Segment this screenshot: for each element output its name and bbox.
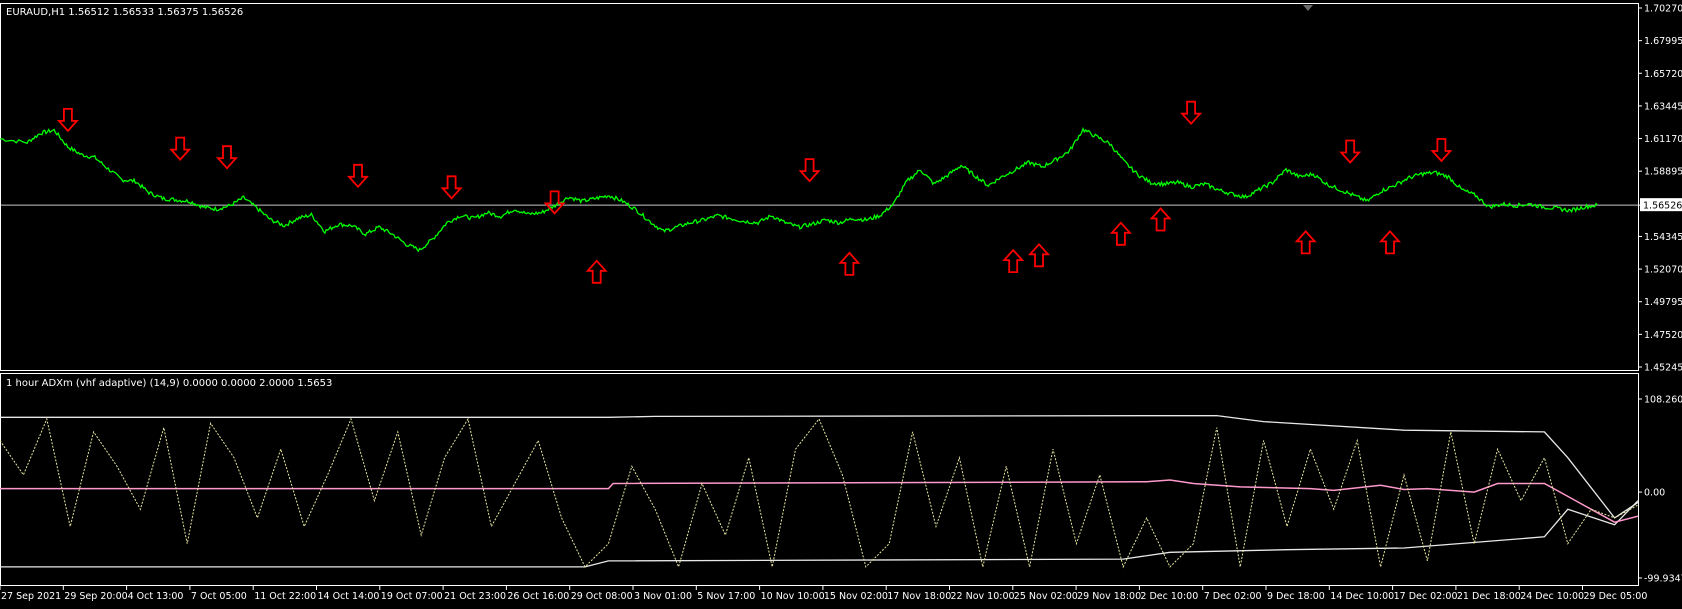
time-axis-tick-label: 7 Oct 05:00 [191,591,247,602]
time-axis-tick-label: 29 Oct 08:00 [571,591,633,602]
time-axis-tick-label: 5 Nov 17:00 [697,591,755,602]
time-axis-tick-label: 24 Dec 10:00 [1520,591,1584,602]
time-axis-tick-label: 26 Oct 16:00 [507,591,569,602]
price-axis-tick-label: 1.63445 [1644,101,1682,112]
price-panel-header: EURAUD,H1 1.56512 1.56533 1.56375 1.5652… [6,7,243,18]
time-axis-tick-label: 19 Oct 07:00 [381,591,443,602]
chart-background [0,0,1682,605]
price-axis-tick-label: 1.54345 [1644,232,1682,243]
time-axis-tick-label: 21 Oct 23:00 [444,591,506,602]
time-axis-tick-label: 29 Dec 05:00 [1584,591,1648,602]
price-axis-tick-label: 1.65720 [1644,69,1682,80]
time-axis-tick-label: 11 Oct 22:00 [254,591,316,602]
price-axis-tick-label: 1.70270 [1644,4,1682,15]
time-axis-tick-label: 17 Dec 02:00 [1394,591,1458,602]
time-axis-tick-label: 22 Nov 10:00 [951,591,1015,602]
trading-chart[interactable]: EURAUD,H1 1.56512 1.56533 1.56375 1.5652… [0,0,1682,605]
time-axis-tick-label: 4 Oct 13:00 [128,591,184,602]
price-axis-tick-label: 1.67995 [1644,36,1682,47]
indicator-panel-header: 1 hour ADXm (vhf adaptive) (14,9) 0.0000… [6,378,332,389]
time-axis-tick-label: 25 Nov 02:00 [1014,591,1078,602]
time-axis-tick-label: 14 Oct 14:00 [318,591,380,602]
price-axis-tick-label: 1.58895 [1644,167,1682,178]
time-axis-tick-label: 10 Nov 10:00 [761,591,825,602]
time-axis-tick-label: 14 Dec 10:00 [1330,591,1394,602]
indicator-axis-tick-label: -99.9347 [1644,574,1682,585]
price-axis-tick-label: 1.52070 [1644,265,1682,276]
time-axis-tick-label: 21 Dec 18:00 [1457,591,1521,602]
time-axis-tick-label: 3 Nov 01:00 [634,591,692,602]
time-axis-tick-label: 27 Sep 2021 [1,591,61,602]
time-axis-tick-label: 29 Sep 20:00 [64,591,127,602]
time-axis-tick-label: 7 Dec 02:00 [1204,591,1262,602]
price-axis-tick-label: 1.47520 [1644,330,1682,341]
current-price-label: 1.56526 [1643,201,1682,212]
price-axis-tick-label: 1.45245 [1644,363,1682,374]
time-axis-tick-label: 17 Nov 18:00 [887,591,951,602]
time-axis-tick-label: 29 Nov 18:00 [1077,591,1141,602]
time-axis-tick-label: 9 Dec 18:00 [1267,591,1325,602]
time-axis-tick-label: 2 Dec 10:00 [1140,591,1198,602]
indicator-axis-tick-label: 108.2604 [1644,395,1682,406]
chart-canvas[interactable]: EURAUD,H1 1.56512 1.56533 1.56375 1.5652… [0,0,1682,605]
indicator-axis-tick-label: 0.00 [1644,488,1665,499]
time-axis-tick-label: 15 Nov 02:00 [824,591,888,602]
price-axis-tick-label: 1.49795 [1644,297,1682,308]
price-axis-tick-label: 1.61170 [1644,134,1682,145]
